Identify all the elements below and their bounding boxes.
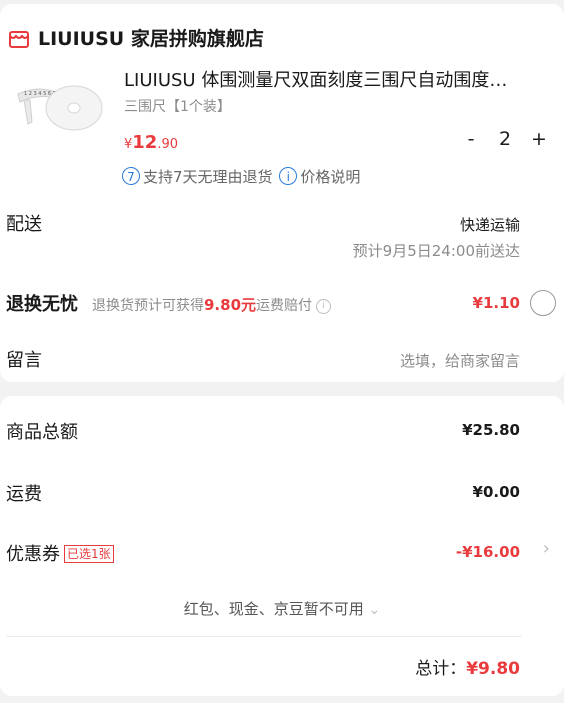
price-integer: 12 <box>132 132 158 153</box>
shipping-label: 运费 <box>6 484 42 505</box>
subtotal-label: 商品总额 <box>6 422 78 443</box>
info-icon: i <box>279 167 298 185</box>
message-input[interactable]: 选填，给商家留言 <box>400 350 520 371</box>
message-label: 留言 <box>6 350 42 371</box>
seven-day-return-icon: 7 <box>122 167 140 185</box>
quantity-value[interactable]: 2 <box>486 128 524 150</box>
return-insurance-suffix: 运费赔付 <box>256 298 313 314</box>
store-name[interactable]: LIUIUSU 家居拼购旗舰店 <box>38 24 264 51</box>
return-insurance-desc: 退换货预计可获得9.80元运费赔付 i <box>92 294 332 315</box>
return-insurance-amount: 9.80元 <box>204 296 257 314</box>
product-title[interactable]: LIUIUSU 体围测量尺双面刻度三围尺自动围度… <box>124 66 556 92</box>
info-icon[interactable]: i <box>316 299 332 314</box>
delivery-method[interactable]: 快递运输 <box>460 214 520 235</box>
coupon-label: 优惠券 <box>6 544 60 565</box>
increase-button[interactable]: + <box>524 128 554 150</box>
price-note-link[interactable]: 价格说明 <box>300 168 360 186</box>
total-label: 总计： <box>415 659 467 679</box>
coupon-row[interactable]: 优惠券 已选1张 <box>6 540 114 566</box>
price-decimal: .90 <box>157 137 179 152</box>
service-tags: 7 支持7天无理由退货 i 价格说明 <box>122 166 360 187</box>
coupon-badge: 已选1张 <box>64 545 114 563</box>
return-insurance-prefix: 退换货预计可获得 <box>92 298 204 314</box>
shipping-value: ¥0.00 <box>472 483 520 501</box>
delivery-eta: 预计9月5日24:00前送达 <box>352 242 520 260</box>
store-icon[interactable] <box>8 28 30 50</box>
product-thumbnail[interactable]: 1 2 3 4 5 6 7 <box>10 64 106 160</box>
coupon-value[interactable]: -¥16.00 <box>456 543 520 561</box>
product-spec[interactable]: 三围尺【1个装】 <box>124 96 231 116</box>
unavailable-text: 红包、现金、京豆暂不可用 <box>183 600 364 618</box>
delivery-label: 配送 <box>6 214 42 235</box>
unavailable-benefits[interactable]: 红包、现金、京豆暂不可用 ⌄ <box>0 598 564 619</box>
return-policy-text[interactable]: 支持7天无理由退货 <box>143 168 273 186</box>
order-item-card: LIUIUSU 家居拼购旗舰店 1 2 3 4 5 6 7 LIUIUSU 体围… <box>0 4 564 382</box>
product-price: ¥12.90 <box>124 132 178 153</box>
subtotal-value: ¥25.80 <box>462 421 520 439</box>
return-insurance-price: ¥1.10 <box>472 294 520 312</box>
chevron-right-icon[interactable]: › <box>543 538 550 559</box>
radio-unchecked-icon[interactable] <box>530 290 556 316</box>
order-total: 总计：¥9.80 <box>415 654 520 679</box>
price-summary-card: 商品总额 ¥25.80 运费 ¥0.00 优惠券 已选1张 -¥16.00 › 红… <box>0 396 564 696</box>
divider <box>6 636 522 637</box>
decrease-button[interactable]: - <box>456 128 486 150</box>
quantity-stepper: -2 + <box>456 128 554 150</box>
return-insurance-label: 退换无忧 <box>6 294 78 315</box>
chevron-down-icon: ⌄ <box>368 602 381 618</box>
total-value: ¥9.80 <box>466 659 520 679</box>
